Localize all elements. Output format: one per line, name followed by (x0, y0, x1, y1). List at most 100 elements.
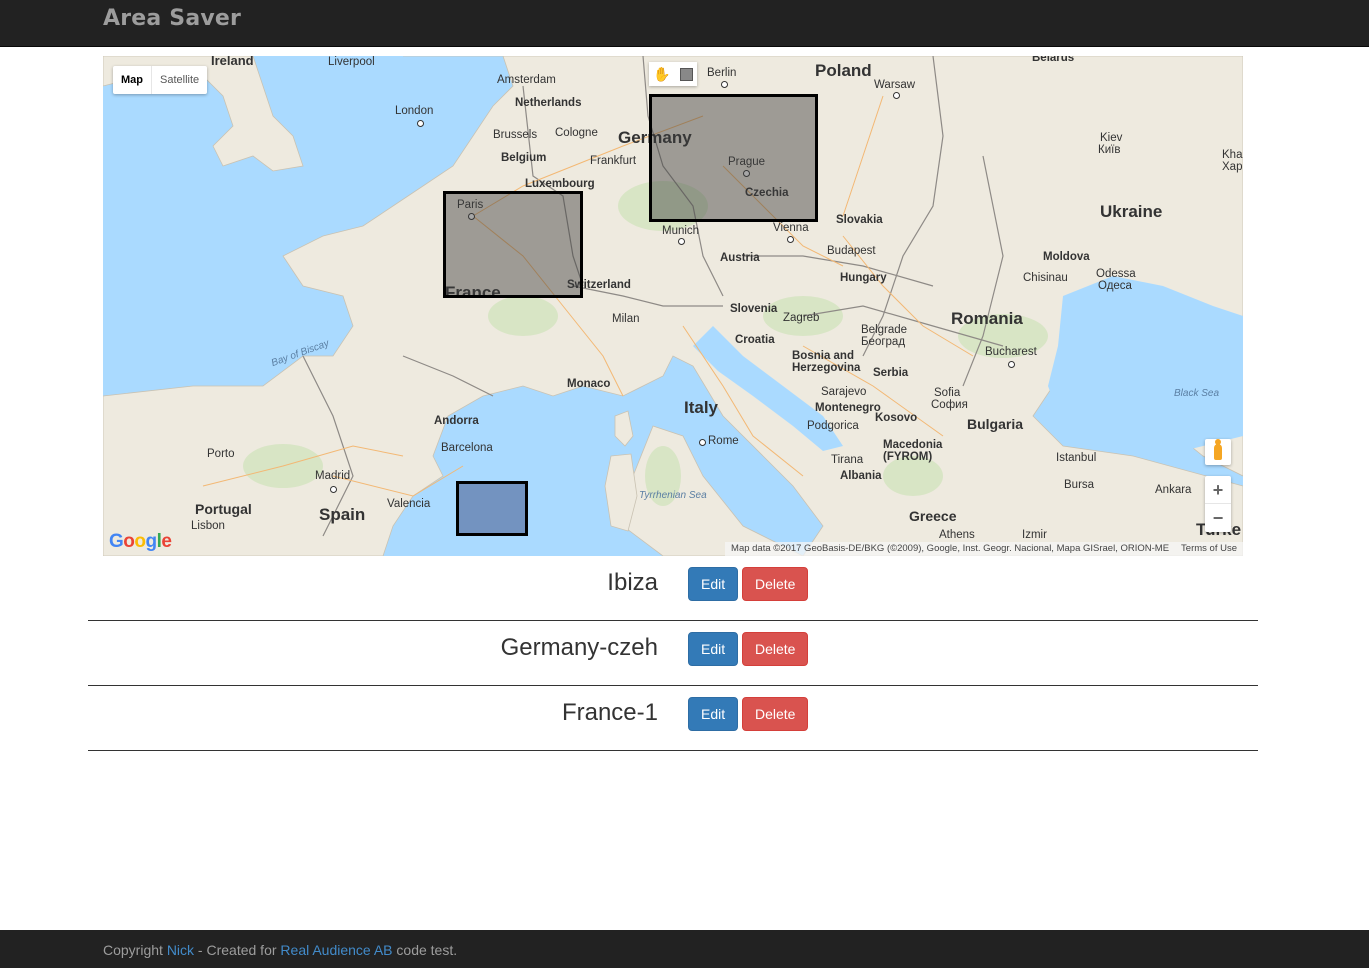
label-odessa: Odessa (1096, 268, 1136, 280)
label-warsaw: Warsaw (874, 79, 916, 91)
delete-button[interactable]: Delete (742, 697, 809, 731)
navbar: Area Saver (0, 0, 1369, 47)
label-hungary: Hungary (840, 272, 887, 284)
area-name: Ibiza (607, 569, 658, 596)
area-row: France-1 Edit Delete (88, 686, 1258, 751)
dot-vienna (787, 236, 794, 243)
map[interactable]: Ireland Liverpool London Amsterdam Nethe… (103, 56, 1243, 556)
area-rect-france-1[interactable] (443, 191, 583, 298)
label-vienna: Vienna (773, 222, 809, 234)
area-rect-germany-czeh[interactable] (649, 94, 818, 222)
label-kiev-local: Київ (1098, 144, 1121, 156)
label-tirana: Tirana (831, 454, 864, 466)
map-type-map-button[interactable]: Map (113, 66, 152, 94)
area-row: Germany-czeh Edit Delete (88, 621, 1258, 686)
dot-munich (678, 238, 685, 245)
label-liverpool: Liverpool (328, 56, 375, 68)
label-barcelona: Barcelona (441, 442, 493, 454)
label-izmir: Izmir (1022, 529, 1047, 541)
label-munich: Munich (662, 225, 700, 237)
label-ireland: Ireland (211, 56, 254, 68)
attribution-text: Map data ©2017 GeoBasis-DE/BKG (©2009), … (731, 543, 1170, 554)
label-chisinau: Chisinau (1023, 272, 1068, 284)
label-sofia-local: София (931, 399, 968, 411)
edit-button[interactable]: Edit (688, 697, 739, 731)
map-type-satellite-button[interactable]: Satellite (152, 66, 207, 94)
label-monaco: Monaco (567, 378, 611, 390)
app-title[interactable]: Area Saver (103, 6, 241, 31)
label-istanbul: Istanbul (1056, 452, 1097, 464)
zoom-control: + − (1205, 476, 1231, 532)
area-name: France-1 (561, 699, 658, 726)
label-ankara: Ankara (1155, 484, 1192, 496)
label-romania: Romania (951, 309, 1023, 328)
area-name: Germany-czeh (500, 634, 658, 661)
label-zagreb: Zagreb (783, 312, 820, 324)
area-list: Ibiza Edit Delete Germany-czeh Edit Dele… (88, 556, 1258, 751)
author-link[interactable]: Nick (167, 942, 194, 958)
zoom-out-button[interactable]: − (1205, 504, 1231, 532)
label-slovakia: Slovakia (836, 214, 883, 226)
dot-london (417, 120, 424, 127)
terms-of-use-link[interactable]: Terms of Use (1175, 542, 1243, 556)
company-link[interactable]: Real Audience AB (280, 942, 392, 958)
label-spain: Spain (319, 505, 366, 524)
label-belgrade-local: Београд (861, 336, 906, 348)
zoom-in-button[interactable]: + (1205, 476, 1231, 504)
label-london: London (395, 105, 434, 117)
footer-middle: - Created for (194, 942, 281, 958)
label-porto: Porto (207, 448, 235, 460)
footer-suffix: code test. (392, 942, 458, 958)
label-slovenia: Slovenia (730, 303, 778, 315)
dot-berlin (721, 81, 728, 88)
label-amsterdam: Amsterdam (497, 74, 556, 86)
label-frankfurt: Frankfurt (590, 155, 637, 167)
label-austria: Austria (720, 252, 760, 264)
label-ukraine: Ukraine (1100, 202, 1163, 221)
label-greece: Greece (909, 508, 957, 524)
edit-button[interactable]: Edit (688, 632, 739, 666)
label-brussels: Brussels (493, 129, 538, 141)
label-kharkiv2: Хар (1222, 161, 1243, 173)
label-black-sea: Black Sea (1174, 388, 1220, 399)
footer-prefix: Copyright (103, 942, 167, 958)
delete-button[interactable]: Delete (742, 632, 809, 666)
label-athens: Athens (939, 529, 975, 541)
label-valencia: Valencia (387, 498, 431, 510)
dot-madrid (330, 486, 337, 493)
label-portugal: Portugal (195, 501, 252, 517)
label-kharkiv: Kha (1222, 149, 1243, 161)
label-berlin: Berlin (707, 67, 737, 79)
dot-warsaw (893, 92, 900, 99)
label-serbia: Serbia (873, 367, 909, 379)
label-kiev: Kiev (1100, 132, 1123, 144)
label-belarus: Belarus (1032, 56, 1075, 64)
area-rect-ibiza[interactable] (456, 481, 528, 536)
label-moldova: Moldova (1043, 251, 1090, 263)
hand-icon[interactable]: ✋ (653, 66, 670, 83)
edit-button[interactable]: Edit (688, 567, 739, 601)
label-rome: Rome (708, 435, 739, 447)
label-bosnia: Bosnia and Herzegovina (792, 350, 861, 374)
label-italy: Italy (684, 398, 719, 417)
label-netherlands: Netherlands (515, 97, 582, 109)
label-kosovo: Kosovo (875, 412, 918, 424)
label-madrid: Madrid (315, 470, 351, 482)
label-sarajevo: Sarajevo (821, 386, 867, 398)
label-podgorica: Podgorica (807, 420, 859, 432)
footer-text: Copyright Nick - Created for Real Audien… (103, 930, 457, 970)
label-macedonia: Macedonia (FYROM) (883, 439, 943, 463)
label-bulgaria: Bulgaria (967, 416, 1024, 432)
label-poland: Poland (815, 61, 872, 80)
drawing-toolbar: ✋ (649, 62, 697, 86)
map-attribution: Map data ©2017 GeoBasis-DE/BKG (©2009), … (725, 542, 1243, 556)
footer: Copyright Nick - Created for Real Audien… (0, 930, 1369, 968)
area-row: Ibiza Edit Delete (88, 556, 1258, 621)
street-view-pegman-icon[interactable] (1205, 439, 1231, 465)
label-belgium: Belgium (501, 152, 547, 164)
rectangle-tool-icon[interactable] (679, 67, 693, 81)
google-logo: Google (109, 531, 172, 552)
delete-button[interactable]: Delete (742, 567, 809, 601)
label-bursa: Bursa (1064, 479, 1095, 491)
label-odessa-local: Одеса (1098, 280, 1132, 292)
